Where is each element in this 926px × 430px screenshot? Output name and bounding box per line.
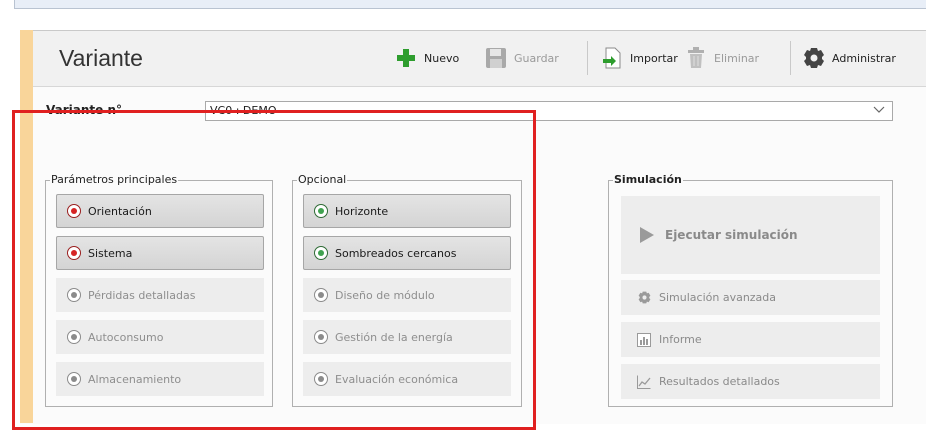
save-icon [485,47,507,69]
diseno-modulo-button[interactable]: Diseño de módulo [303,278,511,312]
nuevo-label: Nuevo [424,51,460,65]
disabled-status-icon [314,330,328,344]
orientacion-label: Orientación [88,204,152,218]
variante-select[interactable]: VC0 : DEMO [205,101,893,121]
ok-status-icon [314,246,328,260]
informe-label: Informe [659,333,702,346]
resultados-detallados-button[interactable]: Resultados detallados [621,364,880,399]
administrar-label: Administrar [832,51,896,65]
administrar-button[interactable]: Administrar [803,43,896,73]
simulacion-legend: Simulación [613,173,683,186]
ejecutar-simulacion-button[interactable]: Ejecutar simulación [621,196,880,274]
perdidas-label: Pérdidas detalladas [88,288,196,302]
variante-label: Variante n° [46,103,122,117]
eliminar-label: Eliminar [714,51,760,65]
simulacion-group: Simulación Ejecutar simulación Simulació… [608,173,893,407]
disabled-status-icon [67,288,81,302]
disabled-status-icon [67,372,81,386]
line-chart-icon [637,375,651,389]
autoconsumo-label: Autoconsumo [88,330,164,344]
play-icon [639,226,655,244]
horizonte-label: Horizonte [335,204,389,218]
sombreados-button[interactable]: Sombreados cercanos [303,236,511,270]
sistema-button[interactable]: Sistema [56,236,264,270]
disabled-status-icon [314,372,328,386]
error-status-icon [67,204,81,218]
disabled-status-icon [314,288,328,302]
disabled-status-icon [67,330,81,344]
nuevo-button[interactable]: Nuevo [395,43,459,73]
plus-icon [395,47,417,69]
guardar-button[interactable]: Guardar [485,43,559,73]
simulacion-avanzada-button[interactable]: Simulación avanzada [621,280,880,315]
page-title: Variante [59,45,143,71]
top-band [0,0,926,30]
almacenamiento-label: Almacenamiento [88,372,182,386]
sistema-label: Sistema [88,246,133,260]
trash-icon [685,47,707,69]
gestion-energia-button[interactable]: Gestión de la energía [303,320,511,354]
orientacion-button[interactable]: Orientación [56,194,264,228]
ejecutar-simulacion-label: Ejecutar simulación [665,228,798,242]
ok-status-icon [314,204,328,218]
top-strip [14,0,926,9]
variant-header: Variante Nuevo Guardar Importar Eliminar… [33,31,926,87]
eliminar-button[interactable]: Eliminar [685,43,759,73]
opcional-legend: Opcional [297,173,348,186]
principales-group: Parámetros principales Orientación Siste… [45,173,273,407]
accent-strip [20,30,33,423]
evaluacion-economica-button[interactable]: Evaluación económica [303,362,511,396]
almacenamiento-button[interactable]: Almacenamiento [56,362,264,396]
resultados-detallados-label: Resultados detallados [659,375,780,388]
gear-icon [803,47,825,69]
variante-value: VC0 : DEMO [210,104,277,117]
perdidas-button[interactable]: Pérdidas detalladas [56,278,264,312]
error-status-icon [67,246,81,260]
gear-icon [637,291,651,305]
simulacion-avanzada-label: Simulación avanzada [659,291,777,304]
opcional-group: Opcional Horizonte Sombreados cercanos D… [292,173,522,407]
horizonte-button[interactable]: Horizonte [303,194,511,228]
guardar-label: Guardar [514,51,559,65]
importar-button[interactable]: Importar [601,43,678,73]
toolbar-divider [790,41,791,75]
report-icon [637,332,651,347]
principales-legend: Parámetros principales [50,173,179,186]
toolbar-divider [587,41,588,75]
import-icon [601,47,623,69]
gestion-energia-label: Gestión de la energía [335,330,453,344]
autoconsumo-button[interactable]: Autoconsumo [56,320,264,354]
sombreados-label: Sombreados cercanos [335,246,457,260]
informe-button[interactable]: Informe [621,322,880,357]
evaluacion-economica-label: Evaluación económica [335,372,459,386]
chevron-down-icon [872,103,886,120]
diseno-modulo-label: Diseño de módulo [335,288,435,302]
importar-label: Importar [630,51,678,65]
